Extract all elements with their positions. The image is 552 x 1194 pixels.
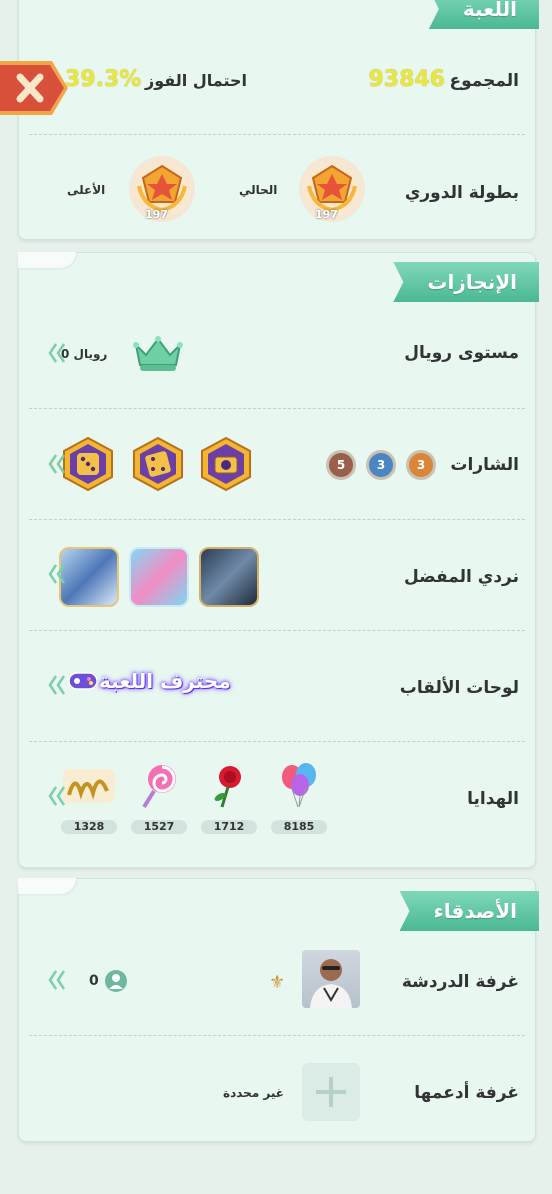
chest-badge-icon[interactable] bbox=[197, 435, 255, 493]
badge-bronze-count[interactable]: 5 bbox=[326, 450, 356, 480]
lollipop-gift-count: 1527 bbox=[131, 820, 187, 834]
calligraphy-gift-count: 1328 bbox=[61, 820, 117, 834]
gifts-label: الهدايا bbox=[467, 789, 519, 809]
chat-room-count: 0 bbox=[89, 973, 99, 989]
friends-card: الأصدقاء غرفة الدردشة ⚜ 0 غرفة أدعمها غي… bbox=[18, 878, 539, 1142]
highest-level: 197 bbox=[145, 208, 168, 221]
rose-gift-icon[interactable] bbox=[204, 761, 254, 815]
badge-gold-count[interactable]: 3 bbox=[406, 450, 436, 480]
total-value: 93846 bbox=[368, 67, 445, 92]
divider bbox=[29, 741, 525, 742]
chat-room-avatar[interactable] bbox=[302, 950, 360, 1008]
league-label: بطولة الدوري bbox=[404, 183, 519, 203]
chat-room-arrows-icon[interactable] bbox=[46, 967, 68, 993]
achievements-ribbon: الإنجازات bbox=[393, 262, 539, 302]
divider bbox=[29, 134, 525, 135]
total-label: المجموع bbox=[449, 71, 519, 91]
card-fold bbox=[18, 252, 76, 268]
fleur-de-lis-icon: ⚜ bbox=[269, 972, 286, 993]
friends-ribbon: الأصدقاء bbox=[399, 891, 539, 931]
win-prob-value: 39.3% bbox=[65, 67, 142, 92]
royal-arrows-icon[interactable] bbox=[46, 340, 68, 366]
balloons-gift-icon[interactable] bbox=[274, 761, 324, 815]
close-icon bbox=[0, 61, 68, 115]
current-label: الحالي bbox=[239, 183, 278, 197]
close-button[interactable] bbox=[0, 59, 70, 117]
ice-dice-icon[interactable] bbox=[59, 547, 119, 607]
rose-gift-count: 1712 bbox=[201, 820, 257, 834]
badges-label: الشارات bbox=[450, 455, 519, 475]
title-arrows-icon[interactable] bbox=[46, 672, 68, 698]
support-room-label: غرفة أدعمها bbox=[414, 1083, 519, 1103]
lollipop-gift-icon[interactable] bbox=[134, 761, 184, 815]
card-fold bbox=[18, 878, 76, 894]
pink-candy-dice-icon[interactable] bbox=[129, 547, 189, 607]
calligraphy-gift-icon[interactable] bbox=[61, 765, 117, 811]
badge-blue-count[interactable]: 3 bbox=[366, 450, 396, 480]
current-level: 197 bbox=[315, 208, 338, 221]
achievements-card: الإنجازات مستوى رويال رويال 0 الشارات 3 … bbox=[18, 252, 539, 868]
balloons-gift-count: 8185 bbox=[271, 820, 327, 834]
gifts-arrows-icon[interactable] bbox=[46, 783, 68, 809]
favorite-dice-label: نردي المفضل bbox=[404, 567, 519, 587]
divider bbox=[29, 408, 525, 409]
support-room-value: غير محددة bbox=[223, 1086, 284, 1100]
title-board-text[interactable]: محترف اللعبة bbox=[99, 669, 231, 693]
chat-room-label: غرفة الدردشة bbox=[401, 972, 519, 992]
game-card: اللعبة المجموع 93846 احتمال الفوز 39.3% … bbox=[18, 0, 539, 240]
game-ribbon: اللعبة bbox=[428, 0, 539, 29]
plus-icon bbox=[316, 1077, 346, 1107]
royal-level-label: مستوى رويال bbox=[404, 343, 519, 363]
user-count-icon bbox=[104, 969, 128, 997]
dark-marble-dice-icon[interactable] bbox=[199, 547, 259, 607]
divider bbox=[29, 519, 525, 520]
divider bbox=[29, 630, 525, 631]
dice-arrows-icon[interactable] bbox=[46, 561, 68, 587]
highest-league-trophy-icon[interactable]: 197 bbox=[129, 156, 195, 222]
domino-badge-icon[interactable] bbox=[129, 435, 187, 493]
divider bbox=[29, 1035, 525, 1036]
title-boards-label: لوحات الألقاب bbox=[399, 678, 519, 698]
add-support-room-button[interactable] bbox=[302, 1063, 360, 1121]
current-league-trophy-icon[interactable]: 197 bbox=[299, 156, 365, 222]
win-prob-label: احتمال الفوز bbox=[145, 71, 247, 90]
badges-arrows-icon[interactable] bbox=[46, 451, 68, 477]
crown-icon bbox=[132, 333, 184, 377]
title-board-gamepad-icon bbox=[67, 669, 99, 697]
highest-label: الأعلى bbox=[67, 183, 106, 197]
